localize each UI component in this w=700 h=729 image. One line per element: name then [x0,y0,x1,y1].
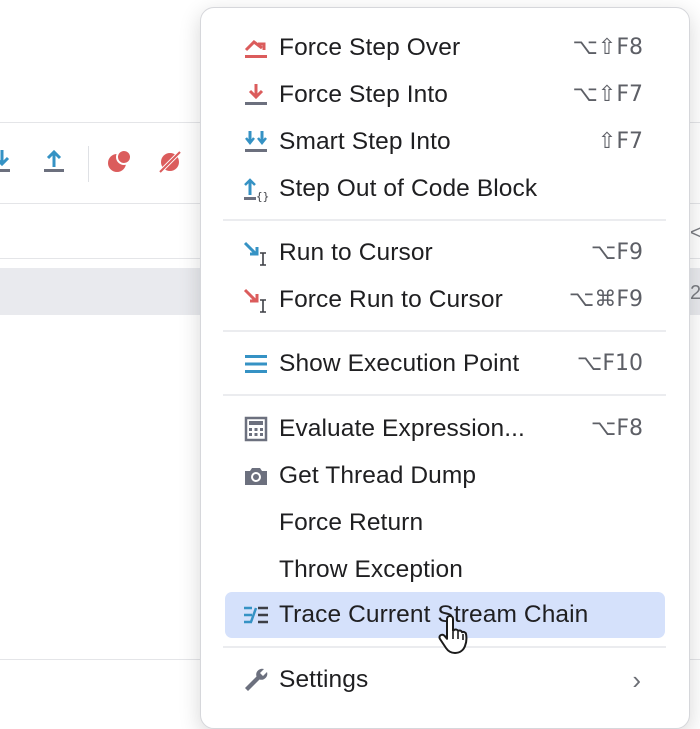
menu-item-settings[interactable]: Settings › [225,659,665,701]
mute-breakpoints-icon[interactable] [156,147,184,175]
menu-item-smart-step-into[interactable]: Smart Step Into ⇧F7 [225,121,665,163]
calculator-icon [241,414,271,444]
menu-item-force-return[interactable]: Force Return [225,502,665,544]
step-out-code-block-icon: {} [241,174,271,204]
menu-item-shortcut: ⇧F7 [597,129,643,154]
menu-item-label: Force Step Into [279,81,449,108]
menu-item-shortcut: ⌥F9 [590,240,643,265]
menu-item-shortcut: ⌥⌘F9 [568,287,643,312]
run-to-cursor-icon [241,238,271,268]
menu-item-label: Settings [279,666,369,693]
menu-item-label: Run to Cursor [279,239,433,266]
menu-item-label: Force Return [279,509,424,536]
wrench-icon [241,665,271,695]
menu-item-force-run-to-cursor[interactable]: Force Run to Cursor ⌥⌘F9 [225,279,665,321]
camera-icon [241,461,271,491]
menu-item-label: Throw Exception [279,556,463,583]
menu-item-label: Evaluate Expression... [279,415,525,442]
menu-item-step-out-code-block[interactable]: {} Step Out of Code Block [225,168,665,210]
edge-glyph-top: < [690,222,700,244]
menu-item-shortcut: ⌥⇧F7 [572,82,643,107]
menu-item-shortcut: ⌥F8 [590,416,643,441]
menu-separator [223,394,666,396]
force-run-to-cursor-icon [241,285,271,315]
menu-separator [223,330,666,332]
menu-item-evaluate-expression[interactable]: Evaluate Expression... ⌥F8 [225,408,665,450]
show-execution-point-icon [241,349,271,379]
menu-item-label: Force Step Over [279,34,461,61]
hand-pointer-cursor-icon [437,612,477,656]
menu-item-force-step-into[interactable]: Force Step Into ⌥⇧F7 [225,74,665,116]
step-into-icon[interactable] [0,147,20,175]
menu-item-get-thread-dump[interactable]: Get Thread Dump [225,455,665,497]
menu-item-throw-exception[interactable]: Throw Exception [225,549,665,591]
menu-item-label: Smart Step Into [279,128,451,155]
stream-trace-icon [241,600,271,630]
menu-item-label: Show Execution Point [279,350,520,377]
menu-item-show-execution-point[interactable]: Show Execution Point ⌥F10 [225,343,665,385]
menu-item-shortcut: ⌥⇧F8 [572,35,643,60]
chevron-right-icon: › [632,665,641,695]
view-breakpoints-icon[interactable] [106,147,134,175]
step-out-icon[interactable] [40,147,68,175]
force-step-into-icon [241,80,271,110]
svg-text:{}: {} [256,190,269,203]
menu-item-shortcut: ⌥F10 [577,351,643,376]
edge-glyph-row: 2 [690,282,700,304]
menu-item-label: Trace Current Stream Chain [279,601,589,628]
menu-separator [223,219,666,221]
menu-item-run-to-cursor[interactable]: Run to Cursor ⌥F9 [225,232,665,274]
toolbar-separator [88,146,89,182]
force-step-over-icon [241,33,271,63]
menu-item-label: Force Run to Cursor [279,286,503,313]
menu-item-label: Step Out of Code Block [279,175,538,202]
smart-step-into-icon [241,127,271,157]
menu-item-label: Get Thread Dump [279,462,477,489]
menu-item-force-step-over[interactable]: Force Step Over ⌥⇧F8 [225,27,665,69]
